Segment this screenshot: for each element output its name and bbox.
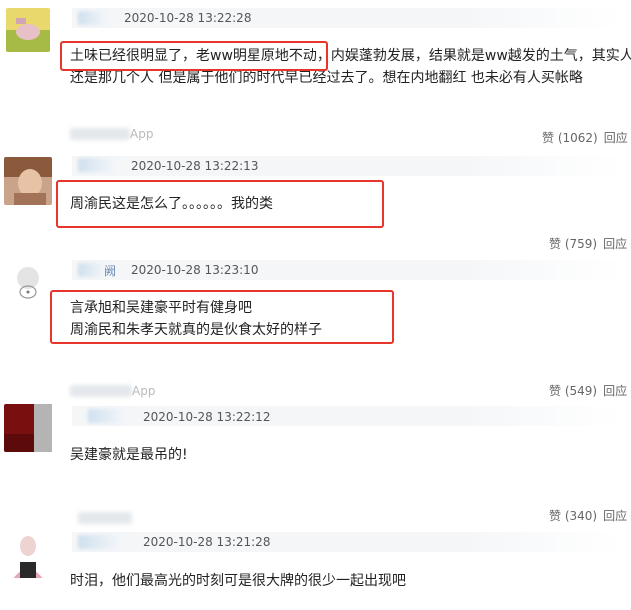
avatar[interactable] <box>6 8 50 52</box>
comment-actions: 赞 (340) 回应 <box>549 507 627 524</box>
avatar[interactable] <box>4 404 52 452</box>
username-suffix: 阙 <box>104 264 117 278</box>
comment-text-continued: 内娱蓬勃发展，结果就是ww越发的土气，其实人 <box>330 48 631 64</box>
timestamp: 2020-10-28 13:22:12 <box>143 410 271 424</box>
highlight-box <box>50 290 394 344</box>
reply-button[interactable]: 回应 <box>603 384 627 398</box>
timestamp: 2020-10-28 13:22:13 <box>131 159 259 173</box>
comment-text: 时泪，他们最高光的时刻可是很大牌的很少一起出现吧 <box>70 573 406 589</box>
username[interactable] <box>78 158 116 172</box>
reply-button[interactable]: 回应 <box>603 509 627 523</box>
comment-actions: 赞 (1062) 回应 <box>542 129 628 146</box>
comment-actions: 赞 (549) 回应 <box>549 382 627 399</box>
avatar[interactable] <box>4 157 52 205</box>
username[interactable] <box>88 409 126 423</box>
avatar[interactable] <box>6 262 54 310</box>
timestamp: 2020-10-28 13:22:28 <box>124 11 252 25</box>
timestamp: 2020-10-28 13:23:10 <box>131 263 259 277</box>
like-button[interactable]: 赞 (759) <box>549 237 597 251</box>
username[interactable] <box>78 535 122 549</box>
comment-actions: 赞 (759) 回应 <box>549 235 627 252</box>
source-suffix: App <box>130 127 154 141</box>
reply-button[interactable]: 回应 <box>603 237 627 251</box>
username[interactable] <box>78 11 108 25</box>
source-label <box>70 385 132 397</box>
username[interactable] <box>78 263 106 277</box>
like-button[interactable]: 赞 (340) <box>549 509 597 523</box>
like-button[interactable]: 赞 (549) <box>549 384 597 398</box>
avatar[interactable] <box>6 530 54 578</box>
source-label <box>70 128 130 140</box>
comment-text: 吴建豪就是最吊的! <box>70 447 188 463</box>
like-button[interactable]: 赞 (1062) <box>542 131 598 145</box>
source-suffix: App <box>132 384 156 398</box>
source-label <box>78 512 132 524</box>
reply-button[interactable]: 回应 <box>604 131 628 145</box>
highlight-box <box>60 41 328 71</box>
timestamp: 2020-10-28 13:21:28 <box>143 535 271 549</box>
highlight-box <box>56 180 384 228</box>
